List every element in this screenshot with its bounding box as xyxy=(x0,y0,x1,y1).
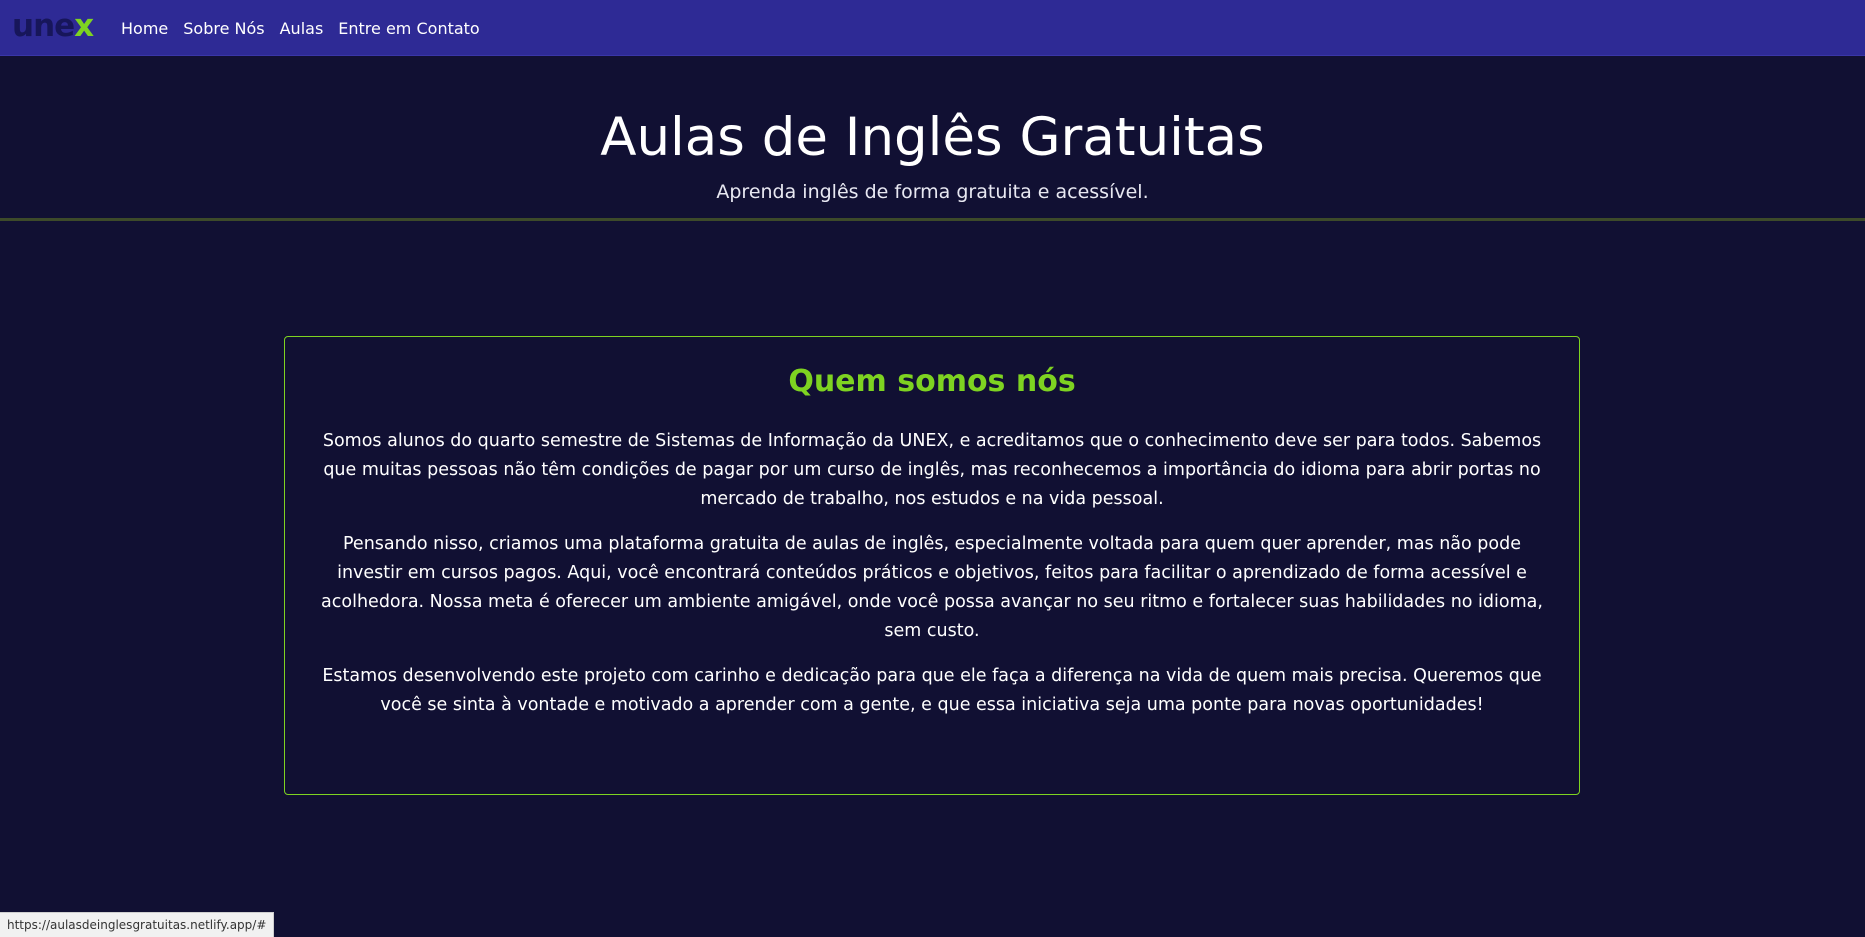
nav-link-sobre-nos[interactable]: Sobre Nós xyxy=(183,19,264,38)
about-title: Quem somos nós xyxy=(788,364,1076,399)
hero-section: Aulas de Inglês Gratuitas Aprenda inglês… xyxy=(0,56,1865,221)
about-paragraph: Estamos desenvolvendo este projeto com c… xyxy=(322,666,1542,715)
nav-link-contato[interactable]: Entre em Contato xyxy=(338,19,479,38)
logo-accent: x xyxy=(74,8,94,44)
top-navbar: unex Home Sobre Nós Aulas Entre em Conta… xyxy=(0,0,1865,56)
about-section: Quem somos nós Somos alunos do quarto se… xyxy=(284,336,1580,795)
nav-link-aulas[interactable]: Aulas xyxy=(280,19,324,38)
logo-text: une xyxy=(12,8,75,44)
about-paragraph: Somos alunos do quarto semestre de Siste… xyxy=(322,431,1542,509)
about-paragraph: Pensando nisso, criamos uma plataforma g… xyxy=(321,534,1543,641)
nav-links: Home Sobre Nós Aulas Entre em Contato xyxy=(121,0,495,56)
page-subtitle: Aprenda inglês de forma gratuita e acess… xyxy=(716,181,1149,203)
nav-link-home[interactable]: Home xyxy=(121,19,168,38)
unex-logo[interactable]: unex xyxy=(12,6,94,46)
page-title: Aulas de Inglês Gratuitas xyxy=(600,107,1265,168)
status-bar-url: https://aulasdeinglesgratuitas.netlify.a… xyxy=(0,912,275,937)
